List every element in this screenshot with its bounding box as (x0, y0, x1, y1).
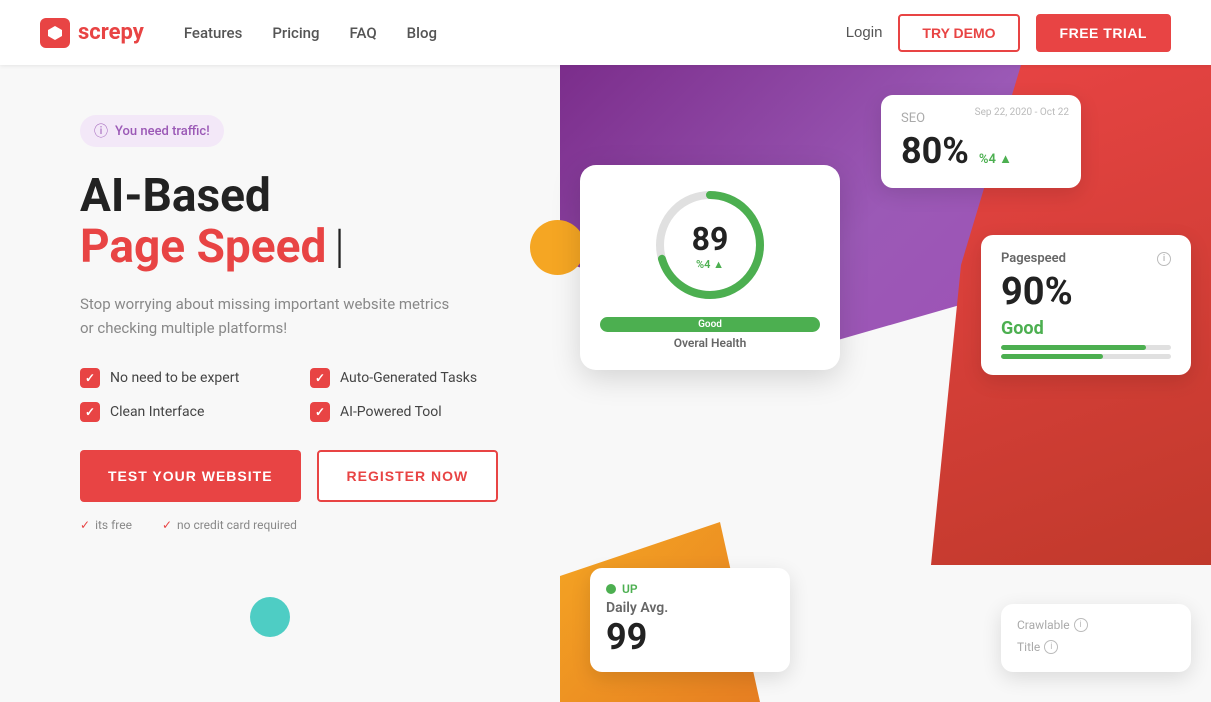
feature-label-2: Auto-Generated Tasks (340, 370, 477, 386)
overall-health-num: 89 (692, 220, 729, 258)
crawlable-info-icon: i (1074, 618, 1088, 632)
logo[interactable]: screpy (40, 18, 144, 48)
hero-content: ⓘ You need traffic! AI-Based Page Speed … (0, 65, 560, 702)
nav-pricing[interactable]: Pricing (272, 24, 319, 42)
hero-title-line1: AI-Based (80, 171, 520, 222)
overall-health-change: %4 ▲ (692, 258, 729, 271)
feature-no-expert: No need to be expert (80, 368, 290, 388)
check-icon-1 (80, 368, 100, 388)
card-daily: UP Daily Avg. 99 (590, 568, 790, 672)
nav-blog[interactable]: Blog (407, 24, 437, 42)
feature-label-1: No need to be expert (110, 370, 239, 386)
crawlable-title-text: Crawlable (1017, 618, 1070, 632)
title-line2-text: Page Speed (80, 222, 326, 273)
progress-bars (1001, 345, 1171, 359)
progress-bar-2 (1001, 354, 1171, 359)
navbar-right: Login TRY DEMO FREE TRIAL (846, 14, 1171, 52)
up-dot (606, 584, 616, 594)
cta-note-no-card: no credit card required (162, 518, 297, 532)
title-label: Title i (1017, 640, 1175, 654)
card-seo-date: Sep 22, 2020 - Oct 22 (975, 107, 1069, 118)
card-seo-change: %4 ▲ (979, 152, 1012, 167)
daily-value: 99 (606, 616, 774, 658)
cta-note-free-text: its free (95, 518, 132, 532)
cta-note-no-card-text: no credit card required (177, 518, 297, 532)
hero-subtitle: Stop worrying about missing important we… (80, 292, 460, 340)
features-list: No need to be expert Auto-Generated Task… (80, 368, 520, 422)
test-website-button[interactable]: TEST YOUR WEBSITE (80, 450, 301, 502)
nav-links: Features Pricing FAQ Blog (184, 24, 437, 42)
feature-auto-tasks: Auto-Generated Tasks (310, 368, 520, 388)
hero-section: ⓘ You need traffic! AI-Based Page Speed … (0, 65, 1211, 702)
feature-ai-powered: AI-Powered Tool (310, 402, 520, 422)
traffic-badge: ⓘ You need traffic! (80, 115, 224, 147)
pagespeed-info-icon: i (1157, 252, 1171, 266)
try-demo-button[interactable]: TRY DEMO (898, 14, 1019, 52)
cursor: | (334, 222, 344, 273)
circle-value: 89 %4 ▲ (692, 220, 729, 271)
card-ps-good: Good (1001, 318, 1171, 339)
title-info-icon: i (1044, 640, 1058, 654)
card-pagespeed: Pagespeed i 90% Good (981, 235, 1191, 375)
card-ps-title-text: Pagespeed (1001, 251, 1066, 266)
cta-note-free: its free (80, 518, 132, 532)
card-crawlable: Crawlable i Title i (1001, 604, 1191, 672)
hero-title-line2: Page Speed | (80, 222, 520, 273)
feature-label-4: AI-Powered Tool (340, 404, 442, 420)
progress-bar-1 (1001, 345, 1171, 350)
progress-fill-1 (1001, 345, 1146, 350)
card-seo-value: 80% (901, 130, 969, 172)
badge-text: You need traffic! (115, 124, 210, 139)
cta-buttons: TEST YOUR WEBSITE REGISTER NOW (80, 450, 520, 502)
title-label-text: Title (1017, 640, 1040, 654)
card-seo: Sep 22, 2020 - Oct 22 SEO 80% %4 ▲ (881, 95, 1081, 188)
check-icon-3 (80, 402, 100, 422)
info-badge-icon: ⓘ (94, 121, 108, 141)
feature-label-3: Clean Interface (110, 404, 204, 420)
feature-clean-interface: Clean Interface (80, 402, 290, 422)
nav-faq[interactable]: FAQ (350, 24, 377, 42)
good-badge: Good (600, 317, 820, 332)
overall-label: Overal Health (600, 336, 820, 350)
daily-title: Daily Avg. (606, 600, 774, 616)
card-overall-health: 89 %4 ▲ Good Overal Health (580, 165, 840, 370)
login-button[interactable]: Login (846, 24, 883, 41)
free-trial-button[interactable]: FREE TRIAL (1036, 14, 1171, 52)
circle-chart: 89 %4 ▲ (650, 185, 770, 305)
progress-fill-2 (1001, 354, 1103, 359)
check-icon-4 (310, 402, 330, 422)
navbar: screpy Features Pricing FAQ Blog Login T… (0, 0, 1211, 65)
register-now-button[interactable]: REGISTER NOW (317, 450, 499, 502)
cta-notes: its free no credit card required (80, 518, 520, 532)
card-ps-title: Pagespeed i (1001, 251, 1171, 266)
check-icon-2 (310, 368, 330, 388)
card-seo-row: 80% %4 ▲ (901, 130, 1061, 172)
card-ps-value: 90% (1001, 270, 1171, 314)
logo-icon (40, 18, 70, 48)
up-text: UP (622, 582, 638, 596)
logo-text: screpy (78, 20, 144, 45)
hero-visual: 89 %4 ▲ Good Overal Health Sep 22, 2020 … (560, 65, 1211, 702)
nav-features[interactable]: Features (184, 24, 242, 42)
crawlable-title: Crawlable i (1017, 618, 1175, 632)
up-badge: UP (606, 582, 774, 596)
navbar-left: screpy Features Pricing FAQ Blog (40, 18, 437, 48)
